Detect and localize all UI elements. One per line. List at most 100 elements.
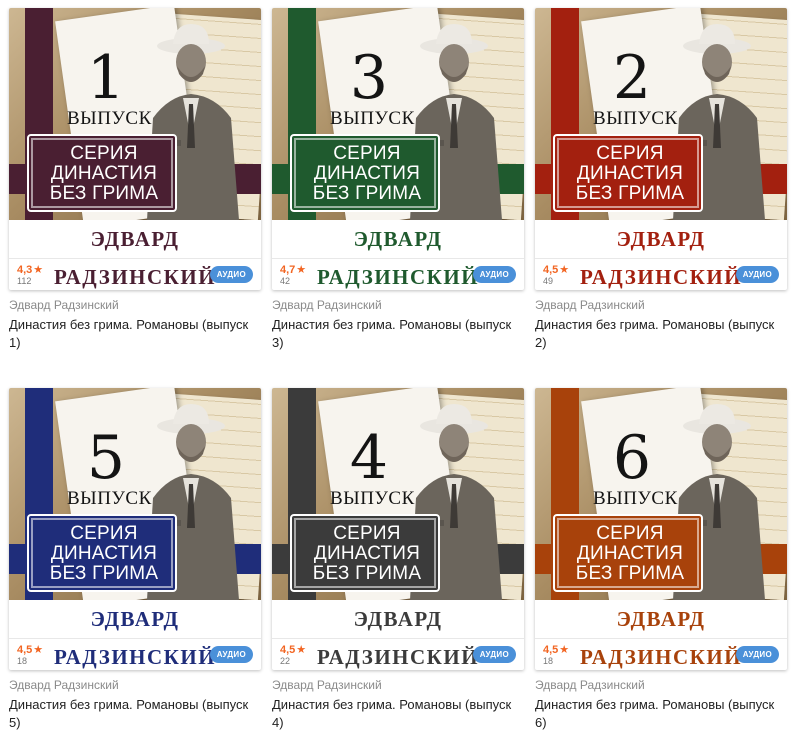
series-line: БЕЗ ГРИМА: [575, 563, 685, 584]
series-line: СЕРИЯ: [333, 143, 401, 164]
book-cover[interactable]: 5 ВЫПУСК СЕРИЯ ДИНАСТИЯ БЕЗ ГРИМА: [9, 388, 261, 600]
rating: 4,5★: [543, 643, 569, 656]
series-line: БЕЗ ГРИМА: [49, 183, 159, 204]
series-box: СЕРИЯ ДИНАСТИЯ БЕЗ ГРИМА: [290, 514, 440, 592]
rating: 4,5★: [17, 643, 43, 656]
book-card: 6 ВЫПУСК СЕРИЯ ДИНАСТИЯ БЕЗ ГРИМА ЭДВАРД…: [535, 388, 787, 730]
title-link[interactable]: Династия без грима. Романовы (выпуск 5): [9, 696, 261, 732]
star-icon: ★: [296, 264, 307, 276]
cover-author-name: ЭДВАРД РАДЗИНСКИЙ: [535, 600, 787, 669]
author-link[interactable]: Эдвард Радзинский: [535, 298, 645, 312]
series-box: СЕРИЯ ДИНАСТИЯ БЕЗ ГРИМА: [27, 134, 177, 212]
card-meta: 4,5★ 49 АУДИО: [535, 258, 787, 290]
book-cover[interactable]: 6 ВЫПУСК СЕРИЯ ДИНАСТИЯ БЕЗ ГРИМА: [535, 388, 787, 600]
card-meta: 4,5★ 18 АУДИО: [535, 638, 787, 670]
book-card: 4 ВЫПУСК СЕРИЯ ДИНАСТИЯ БЕЗ ГРИМА ЭДВАРД…: [272, 388, 524, 730]
series-line: ДИНАСТИЯ: [50, 543, 158, 564]
series-line: БЕЗ ГРИМА: [49, 563, 159, 584]
issue-label: ВЫПУСК: [67, 108, 152, 129]
book-tile[interactable]: 4 ВЫПУСК СЕРИЯ ДИНАСТИЯ БЕЗ ГРИМА ЭДВАРД…: [272, 388, 524, 670]
title-link[interactable]: Династия без грима. Романовы (выпуск 4): [272, 696, 524, 732]
book-tile[interactable]: 6 ВЫПУСК СЕРИЯ ДИНАСТИЯ БЕЗ ГРИМА ЭДВАРД…: [535, 388, 787, 670]
review-count: 49: [543, 276, 554, 286]
title-link[interactable]: Династия без грима. Романовы (выпуск 2): [535, 316, 787, 352]
issue-number: 5: [86, 423, 126, 493]
rating-value: 4,7: [280, 264, 296, 276]
book-tile[interactable]: 5 ВЫПУСК СЕРИЯ ДИНАСТИЯ БЕЗ ГРИМА ЭДВАРД…: [9, 388, 261, 670]
audio-badge[interactable]: АУДИО: [735, 646, 779, 663]
author-link[interactable]: Эдвард Радзинский: [272, 298, 382, 312]
star-icon: ★: [559, 644, 570, 656]
card-meta: 4,7★ 42 АУДИО: [272, 258, 524, 290]
title-link[interactable]: Династия без грима. Романовы (выпуск 1): [9, 316, 261, 352]
issue-label: ВЫПУСК: [330, 488, 415, 509]
series-box: СЕРИЯ ДИНАСТИЯ БЕЗ ГРИМА: [553, 514, 703, 592]
card-meta: 4,5★ 18 АУДИО: [9, 638, 261, 670]
audiobook-grid: 1 ВЫПУСК СЕРИЯ ДИНАСТИЯ БЕЗ ГРИМА ЭДВАРД…: [0, 0, 803, 746]
rating-value: 4,3: [17, 264, 33, 276]
series-line: СЕРИЯ: [70, 523, 138, 544]
author-link[interactable]: Эдвард Радзинский: [9, 298, 119, 312]
audio-badge[interactable]: АУДИО: [209, 646, 253, 663]
series-line: БЕЗ ГРИМА: [312, 183, 422, 204]
rating-value: 4,5: [543, 644, 559, 656]
series-box: СЕРИЯ ДИНАСТИЯ БЕЗ ГРИМА: [290, 134, 440, 212]
series-line: СЕРИЯ: [70, 143, 138, 164]
book-tile[interactable]: 3 ВЫПУСК СЕРИЯ ДИНАСТИЯ БЕЗ ГРИМА ЭДВАРД…: [272, 8, 524, 290]
rating-value: 4,5: [543, 264, 559, 276]
author-link[interactable]: Эдвард Радзинский: [272, 678, 382, 692]
star-icon: ★: [559, 264, 570, 276]
cover-author-name: ЭДВАРД РАДЗИНСКИЙ: [9, 220, 261, 289]
audio-badge[interactable]: АУДИО: [472, 646, 516, 663]
series-line: БЕЗ ГРИМА: [575, 183, 685, 204]
issue-number: 4: [349, 423, 389, 493]
audio-badge[interactable]: АУДИО: [735, 266, 779, 283]
title-link[interactable]: Династия без грима. Романовы (выпуск 6): [535, 696, 787, 732]
rating-value: 4,5: [280, 644, 296, 656]
book-card: 5 ВЫПУСК СЕРИЯ ДИНАСТИЯ БЕЗ ГРИМА ЭДВАРД…: [9, 388, 261, 730]
series-line: ДИНАСТИЯ: [50, 163, 158, 184]
series-line: ДИНАСТИЯ: [576, 163, 684, 184]
author-link[interactable]: Эдвард Радзинский: [535, 678, 645, 692]
series-box: СЕРИЯ ДИНАСТИЯ БЕЗ ГРИМА: [27, 514, 177, 592]
cover-author-name: ЭДВАРД РАДЗИНСКИЙ: [535, 220, 787, 289]
issue-number: 2: [612, 43, 652, 113]
audio-badge[interactable]: АУДИО: [209, 266, 253, 283]
series-box: СЕРИЯ ДИНАСТИЯ БЕЗ ГРИМА: [553, 134, 703, 212]
series-line: СЕРИЯ: [333, 523, 401, 544]
rating: 4,3★: [17, 263, 43, 276]
card-meta: 4,3★ 112 АУДИО: [9, 258, 261, 290]
series-line: СЕРИЯ: [596, 143, 664, 164]
review-count: 22: [280, 656, 291, 666]
review-count: 42: [280, 276, 291, 286]
star-icon: ★: [296, 644, 307, 656]
star-icon: ★: [33, 644, 44, 656]
rating: 4,5★: [280, 643, 306, 656]
issue-number: 3: [349, 43, 389, 113]
book-cover[interactable]: 3 ВЫПУСК СЕРИЯ ДИНАСТИЯ БЕЗ ГРИМА: [272, 8, 524, 220]
series-line: СЕРИЯ: [596, 523, 664, 544]
book-cover[interactable]: 1 ВЫПУСК СЕРИЯ ДИНАСТИЯ БЕЗ ГРИМА: [9, 8, 261, 220]
star-icon: ★: [33, 264, 44, 276]
audio-badge[interactable]: АУДИО: [472, 266, 516, 283]
title-link[interactable]: Династия без грима. Романовы (выпуск 3): [272, 316, 524, 352]
author-link[interactable]: Эдвард Радзинский: [9, 678, 119, 692]
review-count: 18: [543, 656, 554, 666]
issue-number: 6: [612, 423, 652, 493]
cover-author-name: ЭДВАРД РАДЗИНСКИЙ: [272, 600, 524, 669]
rating: 4,5★: [543, 263, 569, 276]
rating: 4,7★: [280, 263, 306, 276]
cover-author-name: ЭДВАРД РАДЗИНСКИЙ: [272, 220, 524, 289]
book-tile[interactable]: 1 ВЫПУСК СЕРИЯ ДИНАСТИЯ БЕЗ ГРИМА ЭДВАРД…: [9, 8, 261, 290]
book-cover[interactable]: 4 ВЫПУСК СЕРИЯ ДИНАСТИЯ БЕЗ ГРИМА: [272, 388, 524, 600]
book-tile[interactable]: 2 ВЫПУСК СЕРИЯ ДИНАСТИЯ БЕЗ ГРИМА ЭДВАРД…: [535, 8, 787, 290]
cover-author-name: ЭДВАРД РАДЗИНСКИЙ: [9, 600, 261, 669]
book-card: 1 ВЫПУСК СЕРИЯ ДИНАСТИЯ БЕЗ ГРИМА ЭДВАРД…: [9, 8, 261, 350]
issue-label: ВЫПУСК: [593, 488, 678, 509]
issue-label: ВЫПУСК: [67, 488, 152, 509]
book-card: 2 ВЫПУСК СЕРИЯ ДИНАСТИЯ БЕЗ ГРИМА ЭДВАРД…: [535, 8, 787, 350]
series-line: БЕЗ ГРИМА: [312, 563, 422, 584]
book-cover[interactable]: 2 ВЫПУСК СЕРИЯ ДИНАСТИЯ БЕЗ ГРИМА: [535, 8, 787, 220]
series-line: ДИНАСТИЯ: [576, 543, 684, 564]
series-line: ДИНАСТИЯ: [313, 163, 421, 184]
